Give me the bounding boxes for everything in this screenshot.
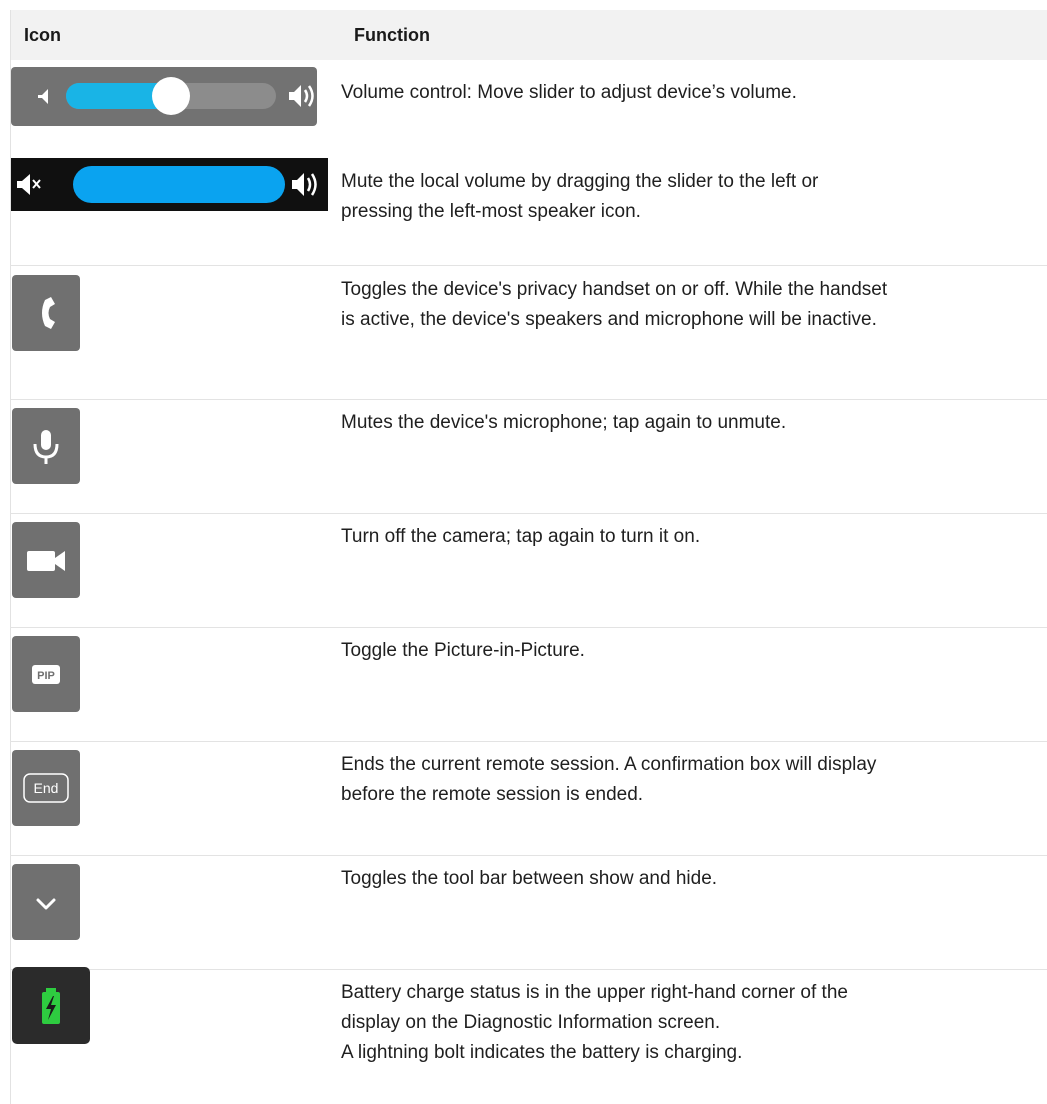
mute-volume-slider[interactable] xyxy=(11,158,328,211)
end-session-button[interactable]: End xyxy=(12,750,80,826)
row-divider xyxy=(10,741,1047,742)
row-divider xyxy=(10,855,1047,856)
end-session-icon: End xyxy=(23,773,69,803)
speaker-high-icon xyxy=(292,173,304,196)
row-description-pip: Toggle the Picture-in-Picture. xyxy=(341,640,585,661)
svg-text:End: End xyxy=(34,780,59,796)
video-camera-icon xyxy=(27,551,65,571)
microphone-icon xyxy=(33,430,59,464)
mute-slider-track xyxy=(73,166,285,203)
svg-text:PIP: PIP xyxy=(37,670,55,682)
volume-slider[interactable] xyxy=(11,67,317,126)
chevron-down-icon xyxy=(36,898,56,910)
row-divider xyxy=(10,265,1047,266)
row-divider xyxy=(10,627,1047,628)
header-icon-column: Icon xyxy=(24,25,62,45)
speaker-low-icon xyxy=(38,89,48,104)
table-header: Icon Function xyxy=(11,10,1047,60)
microphone-button[interactable] xyxy=(12,408,80,484)
handset-button[interactable] xyxy=(12,275,80,351)
speaker-high-icon xyxy=(289,85,301,107)
battery-charging-icon xyxy=(42,988,60,1024)
row-description-mute: Mute the local volume by dragging the sl… xyxy=(341,171,819,222)
row-description-volume: Volume control: Move slider to adjust de… xyxy=(341,82,797,103)
volume-mute-slider-icon xyxy=(17,166,317,203)
row-divider xyxy=(10,513,1047,514)
row-description-end: Ends the current remote session. A confi… xyxy=(341,754,877,805)
row-divider xyxy=(10,969,1047,970)
row-description-battery: Battery charge status is in the upper ri… xyxy=(341,982,848,1063)
battery-status xyxy=(12,967,90,1044)
row-description-toolbar: Toggles the tool bar between show and hi… xyxy=(341,868,718,889)
speaker-mute-icon xyxy=(17,174,30,195)
camera-button[interactable] xyxy=(12,522,80,598)
pip-icon: PIP xyxy=(32,665,60,684)
phone-handset-icon xyxy=(42,297,55,329)
row-description-microphone: Mutes the device's microphone; tap again… xyxy=(341,412,787,433)
row-divider xyxy=(10,399,1047,400)
toolbar-toggle-button[interactable] xyxy=(12,864,80,940)
row-description-handset: Toggles the device's privacy handset on … xyxy=(341,279,888,330)
pip-button[interactable]: PIP xyxy=(12,636,80,712)
header-function-column: Function xyxy=(354,25,430,45)
volume-slider-icon xyxy=(38,77,314,115)
slider-knob xyxy=(152,77,190,115)
row-description-camera: Turn off the camera; tap again to turn i… xyxy=(341,526,701,547)
